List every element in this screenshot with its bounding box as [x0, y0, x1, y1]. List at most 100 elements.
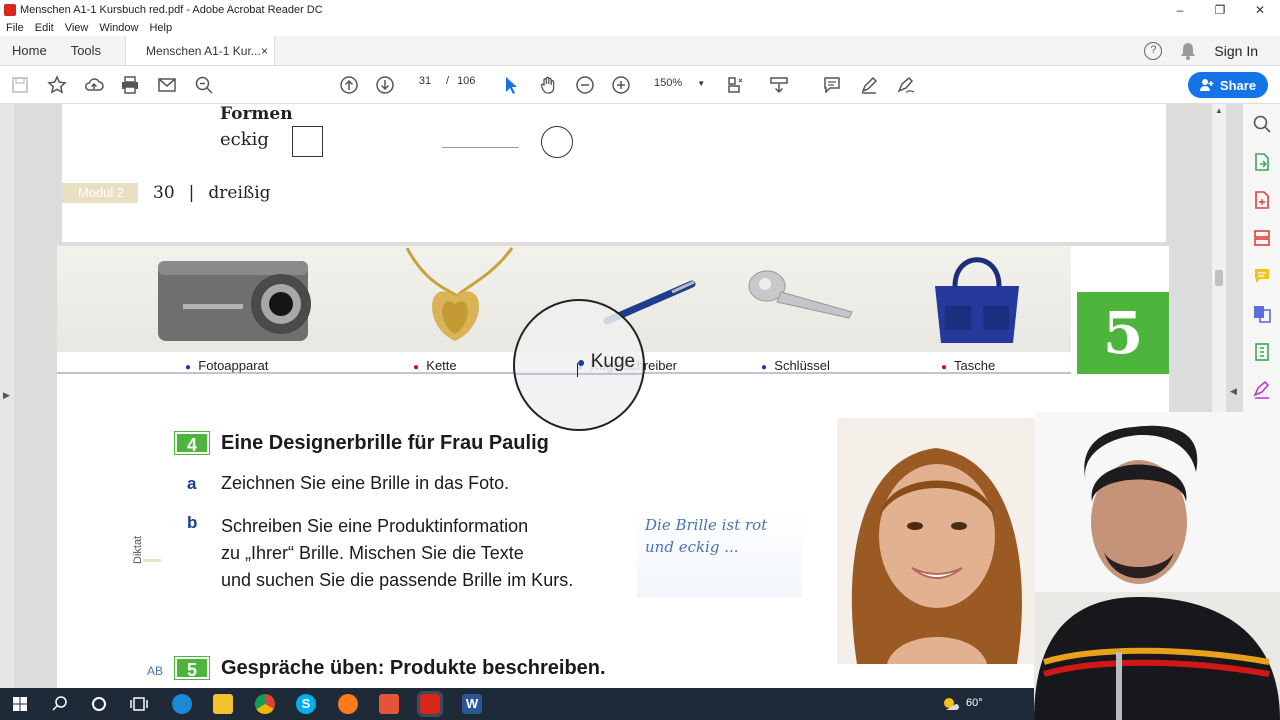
upload-cloud-icon[interactable] — [84, 75, 104, 95]
tab-bar: Home Tools Menschen A1-1 Kur... × ? Sign… — [0, 36, 1280, 66]
scroll-up-icon[interactable]: ▲ — [1215, 106, 1223, 115]
acrobat-app-icon — [4, 4, 16, 16]
acrobat-taskbar-icon[interactable] — [417, 691, 443, 717]
page-fit-icon[interactable] — [726, 75, 746, 95]
toolbar: 31 / 106 150% ▼ — [0, 67, 1280, 104]
add-user-icon — [1199, 79, 1214, 91]
hand-tool-icon[interactable] — [538, 75, 558, 95]
fill-sign-icon[interactable] — [1252, 380, 1272, 400]
exercise-5-badge: 5 — [174, 656, 210, 680]
compress-pdf-icon[interactable] — [1252, 342, 1272, 362]
weather-icon[interactable] — [940, 694, 960, 714]
previous-page-icon[interactable] — [339, 75, 359, 95]
woman-photo — [837, 418, 1035, 664]
zoom-out-icon[interactable] — [575, 75, 595, 95]
notification-bell-icon[interactable] — [1180, 42, 1196, 60]
page-footer-word: dreißig — [208, 183, 271, 203]
item-key: ● Schlüssel — [761, 358, 830, 373]
collapse-right-panel-icon[interactable]: ◀ — [1230, 386, 1237, 397]
temperature-text: 60° — [966, 697, 983, 709]
shapes-heading: Formen — [220, 104, 293, 124]
screen-recorder-icon[interactable] — [379, 694, 399, 714]
print-icon[interactable] — [120, 75, 140, 95]
share-button[interactable]: Share — [1188, 72, 1268, 98]
tab-document-label: Menschen A1-1 Kur... — [146, 43, 261, 58]
task-b-text: Schreiben Sie eine Produktinformation zu… — [221, 513, 573, 594]
chapter-tab: 5 — [1077, 292, 1169, 374]
page-separator: / — [446, 75, 450, 87]
scrollbar-thumb[interactable] — [1215, 270, 1223, 286]
camera-image — [158, 261, 311, 341]
necklace-image — [405, 247, 514, 341]
create-pdf-icon[interactable] — [1252, 190, 1272, 210]
exercise-4-title: Eine Designerbrille für Frau Paulig — [221, 432, 549, 454]
edge-browser-icon[interactable] — [172, 694, 192, 714]
menu-bar: File Edit View Window Help — [0, 20, 1280, 36]
cortana-icon[interactable] — [89, 694, 109, 714]
find-zoom-icon[interactable] — [194, 75, 214, 95]
search-zoom-icon[interactable] — [1252, 114, 1272, 134]
pdf-page-30: Formen eckig Modul 2 30 | dreißig — [62, 104, 1166, 242]
magnified-text: ● Kuge — [577, 351, 636, 372]
page-number-input[interactable]: 31 — [412, 75, 438, 87]
tab-close-icon[interactable]: × — [261, 44, 268, 58]
firefox-icon[interactable] — [338, 694, 358, 714]
handwritten-line-1: Die Brille ist rot — [645, 516, 768, 534]
file-explorer-icon[interactable] — [213, 694, 233, 714]
windows-start-icon[interactable] — [10, 694, 30, 714]
bookmark-star-icon[interactable] — [47, 75, 67, 95]
item-bag: ● Tasche — [941, 358, 996, 373]
tab-home[interactable]: Home — [0, 36, 59, 65]
item-camera: ● Fotoapparat — [185, 358, 269, 373]
diktat-label: Diktat — [132, 535, 144, 564]
scroll-mode-icon[interactable] — [769, 75, 789, 95]
taskbar-search-icon[interactable] — [50, 694, 70, 714]
menu-edit[interactable]: Edit — [35, 22, 54, 34]
zoom-in-icon[interactable] — [611, 75, 631, 95]
task-b-line-2: zu „Ihrer“ Brille. Mischen Sie die Texte — [221, 543, 524, 563]
save-icon[interactable] — [10, 75, 30, 95]
minimize-button[interactable]: – — [1160, 3, 1200, 17]
organize-pages-icon[interactable] — [1252, 228, 1272, 248]
diktat-underline — [143, 559, 161, 562]
chevron-down-icon: ▼ — [697, 79, 706, 88]
combine-files-icon[interactable] — [1252, 304, 1272, 324]
page-indicator: 31 / 106 — [412, 75, 476, 87]
page-footer: 30 | dreißig — [153, 183, 271, 203]
help-icon[interactable]: ? — [1144, 41, 1163, 60]
skype-icon[interactable]: S — [296, 694, 316, 714]
highlight-pen-icon[interactable] — [859, 75, 879, 95]
menu-help[interactable]: Help — [149, 22, 172, 34]
close-window-button[interactable]: ✕ — [1240, 3, 1280, 17]
tab-tools[interactable]: Tools — [59, 36, 113, 65]
handwritten-note: Die Brille ist rot und eckig ... — [645, 514, 767, 558]
expand-left-panel-icon[interactable]: ▶ — [3, 390, 10, 401]
share-label: Share — [1219, 77, 1257, 93]
chrome-icon[interactable] — [255, 694, 275, 714]
sign-in-link[interactable]: Sign In — [1214, 43, 1258, 59]
menu-view[interactable]: View — [65, 22, 89, 34]
comment-icon[interactable] — [822, 75, 842, 95]
tab-document[interactable]: Menschen A1-1 Kur... × — [125, 36, 276, 65]
blue-dot-icon: ● — [761, 362, 768, 373]
ab-label: AB — [147, 664, 164, 678]
menu-file[interactable]: File — [6, 22, 24, 34]
word-icon[interactable]: W — [462, 694, 482, 714]
sign-pen-icon[interactable] — [896, 75, 916, 95]
task-b-line-1: Schreiben Sie eine Produktinformation — [221, 516, 529, 536]
next-page-icon[interactable] — [375, 75, 395, 95]
email-icon[interactable] — [157, 75, 177, 95]
task-view-icon[interactable] — [129, 694, 149, 714]
comment-tool-icon[interactable] — [1252, 266, 1272, 286]
menu-window[interactable]: Window — [99, 22, 138, 34]
portrait-image — [851, 448, 1022, 664]
eckig-label: eckig — [220, 129, 269, 150]
select-cursor-icon[interactable] — [501, 75, 521, 95]
square-shape — [292, 126, 323, 157]
zoom-dropdown[interactable]: 150% ▼ — [654, 77, 705, 89]
export-pdf-icon[interactable] — [1252, 152, 1272, 172]
zoom-value: 150% — [654, 77, 683, 89]
webcam-overlay — [1034, 412, 1280, 720]
task-b-line-3: und suchen Sie die passende Brille im Ku… — [221, 570, 574, 590]
maximize-button[interactable]: ❐ — [1200, 3, 1240, 17]
